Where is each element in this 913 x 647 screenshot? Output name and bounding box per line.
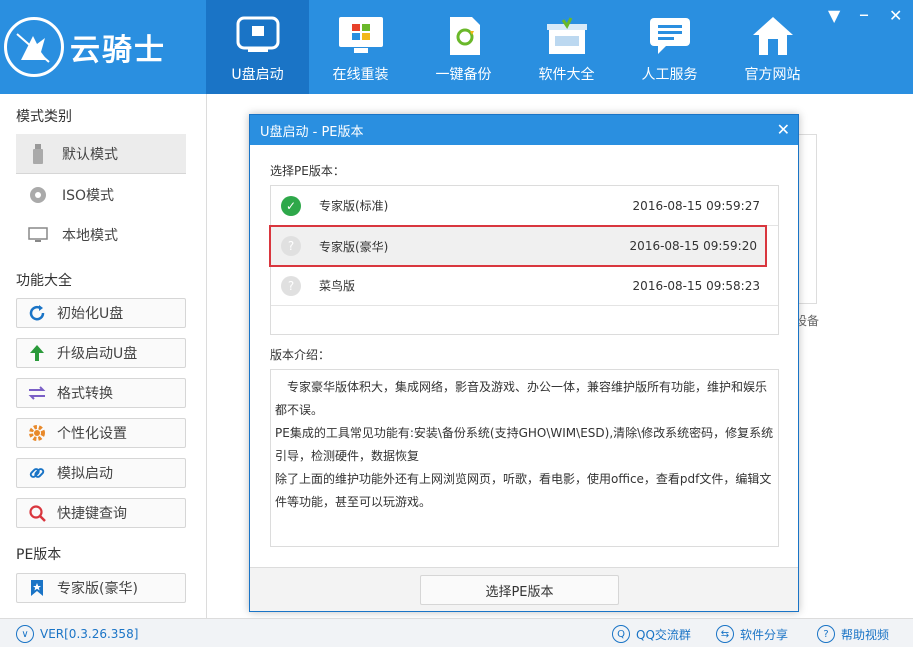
version-description: 专家豪华版体积大，集成网络，影音及游戏、办公一体，兼容维护版所有功能，维护和娱乐… xyxy=(270,369,779,547)
pe-version-row-selected[interactable]: ? 专家版(豪华) 2016-08-15 09:59:20 xyxy=(269,225,767,267)
function-label: 格式转换 xyxy=(57,386,113,402)
status-bar: ∨ VER[0.3.26.358] Q QQ交流群 ⇆ 软件分享 ? 帮助视频 xyxy=(0,618,913,647)
dialog-title-bar: U盘启动 - PE版本 ✕ xyxy=(250,115,798,145)
check-icon: ✓ xyxy=(281,195,301,216)
tab-label: 在线重装 xyxy=(332,67,389,83)
usb-drive-icon xyxy=(28,143,48,164)
mode-label: 默认模式 xyxy=(62,146,118,163)
main-nav: U盘启动 在线重装 一键备份 软件大全 人工服务 官方网站 xyxy=(206,0,824,94)
pe-name: 专家版(豪华) xyxy=(319,239,389,254)
function-title: 功能大全 xyxy=(16,273,72,289)
mode-label: 本地模式 xyxy=(62,228,118,244)
pe-version-row[interactable]: ✓ 专家版(标准) 2016-08-15 09:59:27 xyxy=(271,186,778,226)
pe-version-list: ✓ 专家版(标准) 2016-08-15 09:59:27 ? 专家版(豪华) … xyxy=(269,185,779,335)
gear-icon xyxy=(27,423,47,443)
tab-official-site[interactable]: 官方网站 xyxy=(721,0,824,94)
dialog-footer: 选择PE版本 xyxy=(250,567,798,611)
minimize-button[interactable]: – xyxy=(859,2,869,26)
version-info[interactable]: ∨ VER[0.3.26.358] xyxy=(16,625,138,643)
dialog-title: U盘启动 - PE版本 xyxy=(260,124,364,140)
version-desc-label: 版本介绍： xyxy=(270,348,331,362)
backup-icon xyxy=(441,14,487,58)
search-icon xyxy=(27,503,47,523)
help-video-link[interactable]: ? 帮助视频 xyxy=(817,625,889,643)
app-logo: 云骑士 xyxy=(4,10,204,84)
close-window-button[interactable]: ✕ xyxy=(889,6,902,25)
home-icon xyxy=(750,14,796,58)
swap-icon xyxy=(27,383,47,403)
arrow-up-icon xyxy=(27,343,47,363)
version-text: VER[0.3.26.358] xyxy=(40,627,139,641)
simulate-boot-button[interactable]: 模拟启动 xyxy=(16,458,186,488)
desc-line: 除了上面的维护功能外还有上网浏览网页，听歌，看电影，使用office，查看pdf… xyxy=(275,472,772,509)
pe-name: 菜鸟版 xyxy=(319,279,356,293)
pe-name: 专家版(标准) xyxy=(319,199,389,213)
tab-label: 官方网站 xyxy=(744,67,801,83)
logo-text: 云骑士 xyxy=(70,33,166,68)
qq-text: QQ交流群 xyxy=(636,627,691,642)
upgrade-usb-button[interactable]: 升级启动U盘 xyxy=(16,338,186,368)
current-pe-button[interactable]: 专家版(豪华) xyxy=(16,573,186,603)
personalize-button[interactable]: 个性化设置 xyxy=(16,418,186,448)
share-text: 软件分享 xyxy=(740,627,789,642)
share-icon: ⇆ xyxy=(716,625,734,643)
device-panel xyxy=(797,134,817,304)
pe-version-dialog: U盘启动 - PE版本 ✕ 选择PE版本： ✓ 专家版(标准) 2016-08-… xyxy=(249,114,799,612)
usb-icon xyxy=(235,14,281,58)
windows-icon xyxy=(338,14,384,58)
init-usb-button[interactable]: 初始化U盘 xyxy=(16,298,186,328)
tab-label: U盘启动 xyxy=(231,67,284,83)
shortcut-query-button[interactable]: 快捷键查询 xyxy=(16,498,186,528)
pe-version-title: PE版本 xyxy=(16,547,62,563)
mode-iso[interactable]: ISO模式 xyxy=(16,175,186,215)
bookmark-icon xyxy=(27,578,47,598)
format-convert-button[interactable]: 格式转换 xyxy=(16,378,186,408)
tab-one-key-backup[interactable]: 一键备份 xyxy=(412,0,515,94)
top-header: 云骑士 U盘启动 在线重装 一键备份 软件大全 人工服务 官方网站 ▼ – ✕ xyxy=(0,0,913,94)
tab-usb-boot[interactable]: U盘启动 xyxy=(206,0,309,94)
select-pe-button[interactable]: 选择PE版本 xyxy=(420,575,619,605)
function-label: 个性化设置 xyxy=(57,426,127,442)
qq-icon: Q xyxy=(612,625,630,643)
tab-software[interactable]: 软件大全 xyxy=(515,0,618,94)
pe-time: 2016-08-15 09:59:20 xyxy=(629,239,757,253)
question-icon: ? xyxy=(281,275,301,296)
link-icon xyxy=(27,463,47,483)
chat-icon xyxy=(647,14,693,58)
refresh-icon xyxy=(27,303,47,323)
sidebar: 模式类别 默认模式 ISO模式 本地模式 功能大全 初始化U盘 升级启动U盘 格… xyxy=(0,94,207,618)
mode-local[interactable]: 本地模式 xyxy=(16,215,186,255)
help-icon: ? xyxy=(817,625,835,643)
monitor-icon xyxy=(28,225,48,245)
pe-version-row[interactable]: ? 菜鸟版 2016-08-15 09:58:23 xyxy=(271,266,778,306)
pe-time: 2016-08-15 09:59:27 xyxy=(632,198,760,213)
tab-label: 人工服务 xyxy=(641,67,698,83)
pe-current-label: 专家版(豪华) xyxy=(57,581,138,597)
desc-line: 专家豪华版体积大，集成网络，影音及游戏、办公一体，兼容维护版所有功能，维护和娱乐… xyxy=(275,380,768,417)
question-icon: ? xyxy=(281,236,301,256)
tab-online-reinstall[interactable]: 在线重装 xyxy=(309,0,412,94)
knight-logo-icon xyxy=(4,17,64,77)
function-label: 模拟启动 xyxy=(57,466,113,482)
function-label: 升级启动U盘 xyxy=(57,346,138,362)
tab-label: 一键备份 xyxy=(435,67,492,83)
mode-category-title: 模式类别 xyxy=(16,109,72,125)
chevron-down-icon: ∨ xyxy=(16,625,34,643)
help-text: 帮助视频 xyxy=(841,627,890,642)
select-pe-label: 选择PE版本： xyxy=(270,164,345,178)
function-label: 初始化U盘 xyxy=(57,306,124,322)
dialog-close-button[interactable]: ✕ xyxy=(777,120,790,139)
disc-icon xyxy=(28,185,48,205)
pe-time: 2016-08-15 09:58:23 xyxy=(632,278,760,293)
menu-dropdown-icon[interactable]: ▼ xyxy=(828,6,840,25)
mode-default[interactable]: 默认模式 xyxy=(16,134,186,174)
mode-label: ISO模式 xyxy=(62,188,115,204)
software-box-icon xyxy=(544,14,590,58)
share-link[interactable]: ⇆ 软件分享 xyxy=(716,625,788,643)
qq-group-link[interactable]: Q QQ交流群 xyxy=(612,625,691,643)
tab-label: 软件大全 xyxy=(538,67,595,83)
tab-human-service[interactable]: 人工服务 xyxy=(618,0,721,94)
desc-line: PE集成的工具常见功能有:安装\备份系统(支持GHO\WIM\ESD),清除\修… xyxy=(275,426,774,463)
function-label: 快捷键查询 xyxy=(57,506,127,522)
